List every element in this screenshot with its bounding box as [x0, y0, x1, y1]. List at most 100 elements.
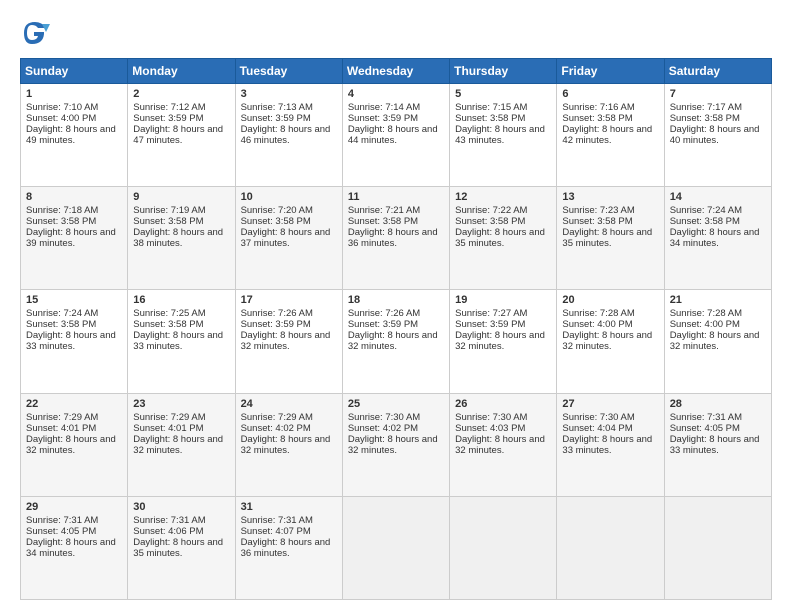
- sunrise-text: Sunrise: 7:30 AM: [348, 412, 420, 423]
- daylight-text: Daylight: 8 hours and 34 minutes.: [26, 537, 116, 559]
- day-number: 9: [133, 191, 229, 203]
- header: [20, 18, 772, 48]
- daylight-text: Daylight: 8 hours and 33 minutes.: [133, 330, 223, 352]
- sunrise-text: Sunrise: 7:29 AM: [241, 412, 313, 423]
- calendar-cell: 27Sunrise: 7:30 AMSunset: 4:04 PMDayligh…: [557, 393, 664, 496]
- sunrise-text: Sunrise: 7:16 AM: [562, 102, 634, 113]
- daylight-text: Daylight: 8 hours and 32 minutes.: [562, 330, 652, 352]
- sunset-text: Sunset: 3:58 PM: [133, 319, 203, 330]
- sunrise-text: Sunrise: 7:26 AM: [348, 308, 420, 319]
- daylight-text: Daylight: 8 hours and 35 minutes.: [455, 227, 545, 249]
- daylight-text: Daylight: 8 hours and 33 minutes.: [670, 434, 760, 456]
- calendar-cell: 7Sunrise: 7:17 AMSunset: 3:58 PMDaylight…: [664, 84, 771, 187]
- calendar-cell: 2Sunrise: 7:12 AMSunset: 3:59 PMDaylight…: [128, 84, 235, 187]
- day-number: 27: [562, 398, 658, 410]
- calendar-cell: 24Sunrise: 7:29 AMSunset: 4:02 PMDayligh…: [235, 393, 342, 496]
- calendar-cell: 17Sunrise: 7:26 AMSunset: 3:59 PMDayligh…: [235, 290, 342, 393]
- day-number: 18: [348, 294, 444, 306]
- sunrise-text: Sunrise: 7:29 AM: [133, 412, 205, 423]
- sunrise-text: Sunrise: 7:12 AM: [133, 102, 205, 113]
- sunrise-text: Sunrise: 7:17 AM: [670, 102, 742, 113]
- calendar-week-4: 22Sunrise: 7:29 AMSunset: 4:01 PMDayligh…: [21, 393, 772, 496]
- calendar-cell: 10Sunrise: 7:20 AMSunset: 3:58 PMDayligh…: [235, 187, 342, 290]
- sunrise-text: Sunrise: 7:19 AM: [133, 205, 205, 216]
- calendar-cell: 23Sunrise: 7:29 AMSunset: 4:01 PMDayligh…: [128, 393, 235, 496]
- day-number: 16: [133, 294, 229, 306]
- sunset-text: Sunset: 3:58 PM: [562, 113, 632, 124]
- day-number: 20: [562, 294, 658, 306]
- sunrise-text: Sunrise: 7:31 AM: [26, 515, 98, 526]
- sunset-text: Sunset: 4:00 PM: [562, 319, 632, 330]
- calendar-cell: 4 Sunrise: 7:14 AMSunset: 3:59 PMDaylight…: [342, 84, 449, 187]
- calendar-cell: 8Sunrise: 7:18 AMSunset: 3:58 PMDaylight…: [21, 187, 128, 290]
- sunrise-text: Sunrise: 7:13 AM: [241, 102, 313, 113]
- day-number: 8: [26, 191, 122, 203]
- sunrise-text: Sunrise: 7:14 AM: [348, 102, 420, 113]
- weekday-header-friday: Friday: [557, 59, 664, 84]
- calendar-header: SundayMondayTuesdayWednesdayThursdayFrid…: [21, 59, 772, 84]
- sunset-text: Sunset: 3:58 PM: [455, 113, 525, 124]
- sunset-text: Sunset: 3:58 PM: [133, 216, 203, 227]
- weekday-header-wednesday: Wednesday: [342, 59, 449, 84]
- calendar-cell: 20Sunrise: 7:28 AMSunset: 4:00 PMDayligh…: [557, 290, 664, 393]
- calendar-week-3: 15Sunrise: 7:24 AMSunset: 3:58 PMDayligh…: [21, 290, 772, 393]
- sunset-text: Sunset: 4:05 PM: [670, 423, 740, 434]
- sunset-text: Sunset: 4:00 PM: [26, 113, 96, 124]
- calendar-cell: 9 Sunrise: 7:19 AMSunset: 3:58 PMDaylight…: [128, 187, 235, 290]
- calendar-cell: 6Sunrise: 7:16 AMSunset: 3:58 PMDaylight…: [557, 84, 664, 187]
- sunrise-text: Sunrise: 7:30 AM: [455, 412, 527, 423]
- daylight-text: Daylight: 8 hours and 40 minutes.: [670, 124, 760, 146]
- calendar-cell: 1Sunrise: 7:10 AMSunset: 4:00 PMDaylight…: [21, 84, 128, 187]
- daylight-text: Daylight: 8 hours and 38 minutes.: [133, 227, 223, 249]
- day-number: 4: [348, 88, 444, 100]
- daylight-text: Daylight: 8 hours and 33 minutes.: [26, 330, 116, 352]
- calendar-table: SundayMondayTuesdayWednesdayThursdayFrid…: [20, 58, 772, 600]
- day-number: 5: [455, 88, 551, 100]
- daylight-text: Daylight: 8 hours and 32 minutes.: [455, 330, 545, 352]
- sunset-text: Sunset: 3:59 PM: [455, 319, 525, 330]
- day-number: 13: [562, 191, 658, 203]
- calendar-cell: 30Sunrise: 7:31 AMSunset: 4:06 PMDayligh…: [128, 496, 235, 599]
- calendar-cell: 18Sunrise: 7:26 AMSunset: 3:59 PMDayligh…: [342, 290, 449, 393]
- sunset-text: Sunset: 4:07 PM: [241, 526, 311, 537]
- calendar-cell: [664, 496, 771, 599]
- sunrise-text: Sunrise: 7:24 AM: [670, 205, 742, 216]
- sunset-text: Sunset: 4:06 PM: [133, 526, 203, 537]
- sunset-text: Sunset: 4:05 PM: [26, 526, 96, 537]
- daylight-text: Daylight: 8 hours and 34 minutes.: [670, 227, 760, 249]
- daylight-text: Daylight: 8 hours and 32 minutes.: [348, 330, 438, 352]
- sunset-text: Sunset: 4:00 PM: [670, 319, 740, 330]
- sunset-text: Sunset: 3:59 PM: [133, 113, 203, 124]
- day-number: 15: [26, 294, 122, 306]
- day-number: 30: [133, 501, 229, 513]
- sunrise-text: Sunrise: 7:31 AM: [241, 515, 313, 526]
- daylight-text: Daylight: 8 hours and 37 minutes.: [241, 227, 331, 249]
- day-number: 17: [241, 294, 337, 306]
- day-number: 6: [562, 88, 658, 100]
- weekday-header-sunday: Sunday: [21, 59, 128, 84]
- day-number: 1: [26, 88, 122, 100]
- daylight-text: Daylight: 8 hours and 47 minutes.: [133, 124, 223, 146]
- day-number: 23: [133, 398, 229, 410]
- day-number: 26: [455, 398, 551, 410]
- day-number: 29: [26, 501, 122, 513]
- day-number: 22: [26, 398, 122, 410]
- daylight-text: Daylight: 8 hours and 33 minutes.: [562, 434, 652, 456]
- day-number: 3: [241, 88, 337, 100]
- sunrise-text: Sunrise: 7:31 AM: [133, 515, 205, 526]
- sunset-text: Sunset: 3:59 PM: [348, 113, 418, 124]
- daylight-text: Daylight: 8 hours and 44 minutes.: [348, 124, 438, 146]
- sunrise-text: Sunrise: 7:22 AM: [455, 205, 527, 216]
- sunrise-text: Sunrise: 7:18 AM: [26, 205, 98, 216]
- sunset-text: Sunset: 3:58 PM: [26, 216, 96, 227]
- daylight-text: Daylight: 8 hours and 32 minutes.: [348, 434, 438, 456]
- day-number: 19: [455, 294, 551, 306]
- sunrise-text: Sunrise: 7:29 AM: [26, 412, 98, 423]
- sunset-text: Sunset: 4:03 PM: [455, 423, 525, 434]
- calendar-cell: [342, 496, 449, 599]
- sunrise-text: Sunrise: 7:26 AM: [241, 308, 313, 319]
- calendar-cell: [557, 496, 664, 599]
- day-number: 25: [348, 398, 444, 410]
- calendar-cell: 28Sunrise: 7:31 AMSunset: 4:05 PMDayligh…: [664, 393, 771, 496]
- calendar-cell: 21Sunrise: 7:28 AMSunset: 4:00 PMDayligh…: [664, 290, 771, 393]
